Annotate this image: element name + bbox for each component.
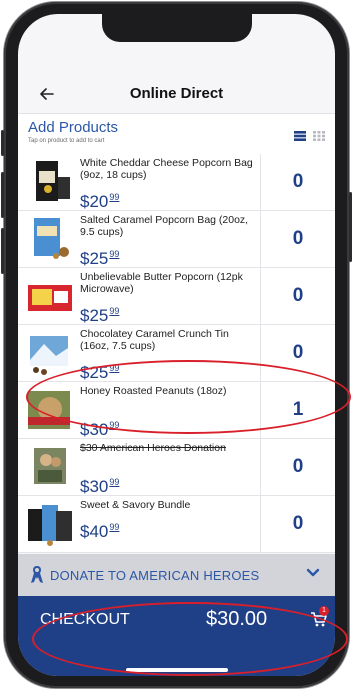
product-name: Sweet & Savory Bundle: [80, 499, 191, 511]
back-button[interactable]: [34, 82, 60, 106]
product-price: $2599: [80, 249, 120, 268]
product-row[interactable]: White Cheddar Cheese Popcorn Bag (9oz, 1…: [18, 154, 335, 211]
add-products-subtitle: Tap on product to add to cart: [28, 138, 105, 144]
product-image: [26, 387, 74, 433]
cart-badge: 1: [319, 606, 329, 616]
product-row[interactable]: $30 American Heroes Donation $3099 0: [18, 439, 335, 496]
back-arrow-icon: [40, 88, 54, 100]
phone-notch: [101, 14, 252, 42]
product-image: [26, 216, 74, 262]
product-name: Chocolatey Caramel Crunch Tin (16oz, 7.5…: [80, 328, 229, 352]
page-title: Online Direct: [129, 85, 224, 102]
cart-icon: 1: [310, 606, 329, 633]
product-image: [26, 273, 74, 319]
phone-side-button: [1, 130, 4, 156]
quantity-selector[interactable]: 0: [260, 268, 335, 324]
quantity-selector[interactable]: 1: [260, 382, 335, 438]
product-price: $3099: [80, 420, 120, 439]
app-screen: Online Direct Add Products Tap on produc…: [18, 14, 335, 676]
product-price: $4099: [80, 522, 120, 541]
phone-volume-up: [1, 172, 4, 218]
product-image: [26, 330, 74, 376]
list-view-button[interactable]: [294, 128, 306, 141]
grid-view-button[interactable]: [313, 128, 325, 141]
product-row[interactable]: Chocolatey Caramel Crunch Tin (16oz, 7.5…: [18, 325, 335, 382]
checkout-total: $30.00: [206, 608, 268, 630]
ribbon-icon: [31, 566, 43, 583]
phone-volume-down: [1, 228, 4, 274]
donate-american-heroes-button[interactable]: DONATE TO AMERICAN HEROES: [18, 554, 335, 596]
product-name: Honey Roasted Peanuts (18oz): [80, 385, 227, 397]
product-image: [26, 159, 74, 205]
product-row[interactable]: Unbelievable Butter Popcorn (12pk Microw…: [18, 268, 335, 325]
checkout-label: CHECKOUT: [40, 611, 130, 628]
home-indicator: [126, 668, 228, 672]
add-products-title: Add Products: [28, 119, 119, 136]
product-list: White Cheddar Cheese Popcorn Bag (9oz, 1…: [18, 154, 335, 553]
product-name: White Cheddar Cheese Popcorn Bag (9oz, 1…: [80, 157, 253, 181]
quantity-selector[interactable]: 0: [260, 325, 335, 381]
product-name: Unbelievable Butter Popcorn (12pk Microw…: [80, 271, 243, 295]
phone-frame: Online Direct Add Products Tap on produc…: [1, 2, 352, 688]
grid-view-icon: [313, 131, 325, 141]
product-name: Salted Caramel Popcorn Bag (20oz, 9.5 cu…: [80, 214, 249, 238]
product-price: $2099: [80, 192, 120, 211]
list-view-icon: [294, 131, 306, 141]
product-row[interactable]: Sweet & Savory Bundle $4099 0: [18, 496, 335, 553]
quantity-selector[interactable]: 0: [260, 211, 335, 267]
quantity-selector[interactable]: 0: [260, 154, 335, 210]
product-row[interactable]: Salted Caramel Popcorn Bag (20oz, 9.5 cu…: [18, 211, 335, 268]
product-price: $2599: [80, 363, 120, 382]
product-image: [26, 444, 74, 490]
chevron-down-icon: [306, 568, 320, 577]
quantity-selector[interactable]: 0: [260, 439, 335, 495]
product-name: $30 American Heroes Donation: [80, 442, 226, 454]
checkout-button[interactable]: CHECKOUT $30.00 1: [18, 596, 335, 676]
phone-power-button: [349, 192, 352, 262]
product-image: [26, 501, 74, 547]
product-row[interactable]: Honey Roasted Peanuts (18oz) $3099 1: [18, 382, 335, 439]
add-products-section: Add Products Tap on product to add to ca…: [18, 114, 335, 154]
product-price: $3099: [80, 477, 120, 496]
quantity-selector[interactable]: 0: [260, 496, 335, 552]
app-header: Online Direct: [18, 74, 335, 114]
product-price: $2599: [80, 306, 120, 325]
donate-label: DONATE TO AMERICAN HEROES: [50, 567, 260, 583]
